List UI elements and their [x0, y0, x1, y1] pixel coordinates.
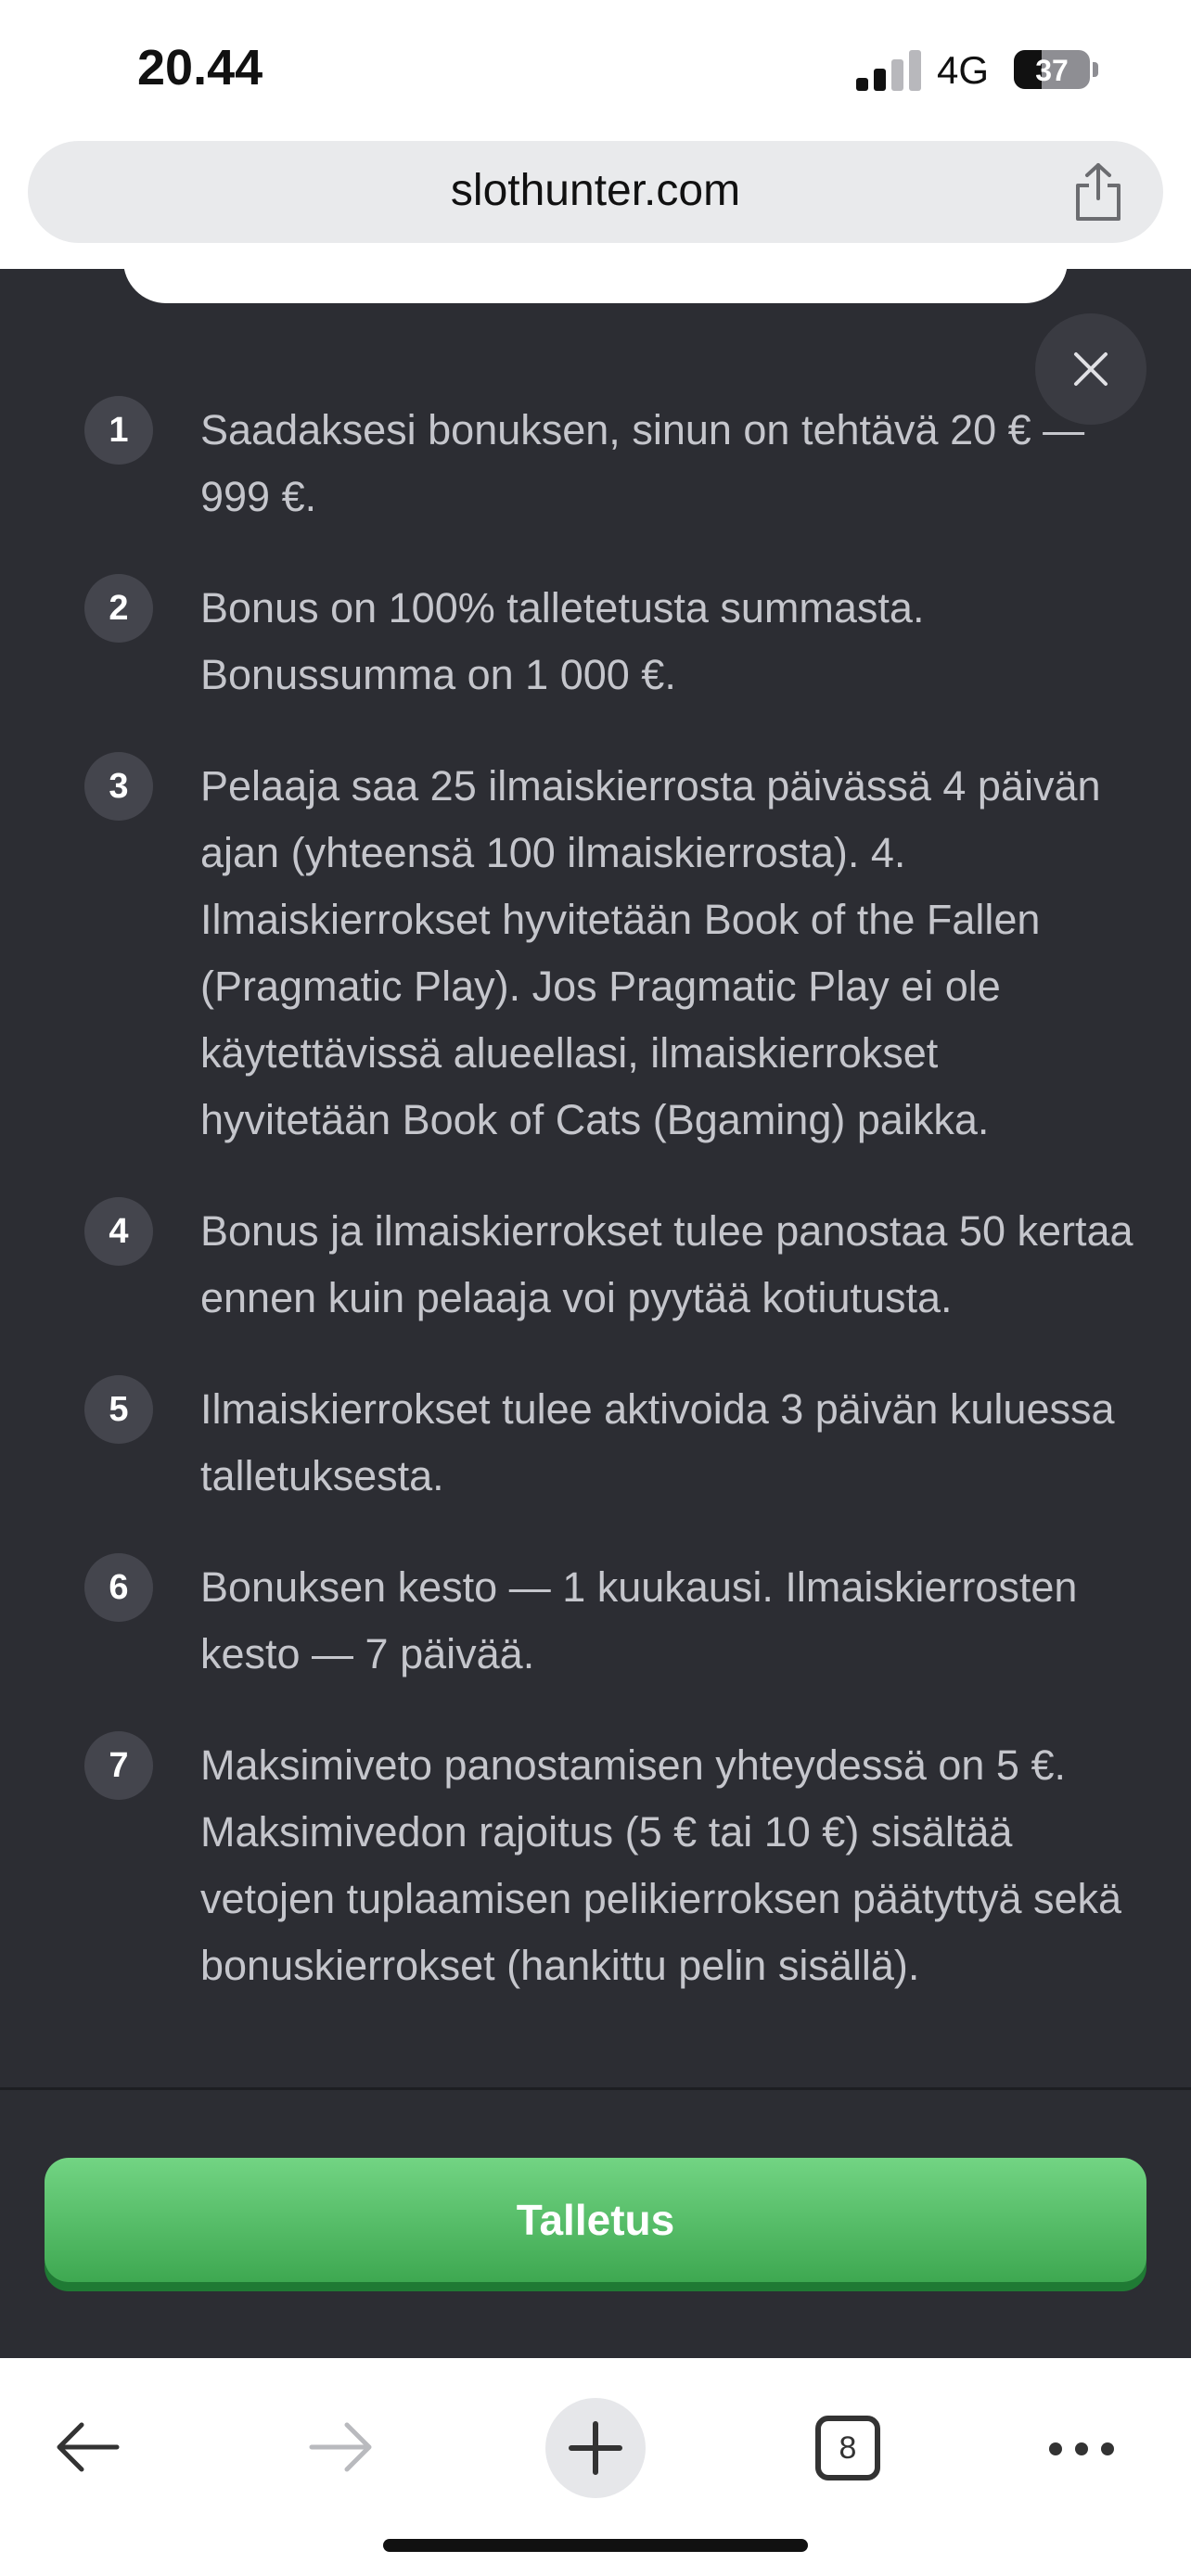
rule-text: Maksimiveto panostamisen yhteydessä on 5… [200, 1741, 1122, 1989]
divider [0, 2087, 1191, 2090]
rule-number: 2 [84, 574, 153, 643]
plus-icon [569, 2421, 622, 2475]
battery-level: 37 [1035, 54, 1069, 87]
bonus-terms-panel: 1 Saadaksesi bonuksen, sinun on tehtävä … [0, 260, 1191, 2358]
rule-text: Saadaksesi bonuksen, sinun on tehtävä 20… [200, 406, 1085, 520]
signal-strength-icon [856, 48, 921, 91]
battery-tip [1093, 62, 1098, 77]
rule-number: 3 [84, 752, 153, 821]
rule-number: 1 [84, 396, 153, 465]
rule-text: Bonus ja ilmaiskierrokset tulee panostaa… [200, 1207, 1133, 1321]
address-bar[interactable]: slothunter.com [28, 141, 1163, 243]
more-dots-icon[interactable] [1048, 2436, 1115, 2467]
deposit-button[interactable]: Talletus [45, 2158, 1146, 2282]
battery-icon: 37 [1014, 50, 1090, 89]
network-type: 4G [937, 48, 990, 92]
rule-text: Bonuksen kesto — 1 kuukausi. Ilmaiskierr… [200, 1563, 1078, 1677]
rule-text: Pelaaja saa 25 ilmaiskierrosta päivässä … [200, 762, 1101, 1143]
close-icon [1074, 352, 1108, 386]
url-text[interactable]: slothunter.com [28, 165, 1163, 216]
rule-number: 7 [84, 1731, 153, 1800]
new-tab-button[interactable] [545, 2398, 646, 2498]
share-icon[interactable] [1070, 161, 1126, 223]
rule-number: 6 [84, 1553, 153, 1622]
card-edge [123, 260, 1068, 303]
rule-text: Bonus on 100% talletetusta summasta. Bon… [200, 584, 925, 698]
home-indicator [383, 2539, 808, 2552]
forward-arrow-icon[interactable] [308, 2417, 375, 2481]
rule-number: 5 [84, 1375, 153, 1444]
clock: 20.44 [137, 40, 263, 96]
tabs-button[interactable]: 8 [815, 2416, 880, 2480]
rule-number: 4 [84, 1197, 153, 1266]
status-bar: 20.44 4G 37 [0, 0, 1191, 139]
rule-text: Ilmaiskierrokset tulee aktivoida 3 päivä… [200, 1385, 1115, 1499]
back-arrow-icon[interactable] [54, 2417, 121, 2481]
